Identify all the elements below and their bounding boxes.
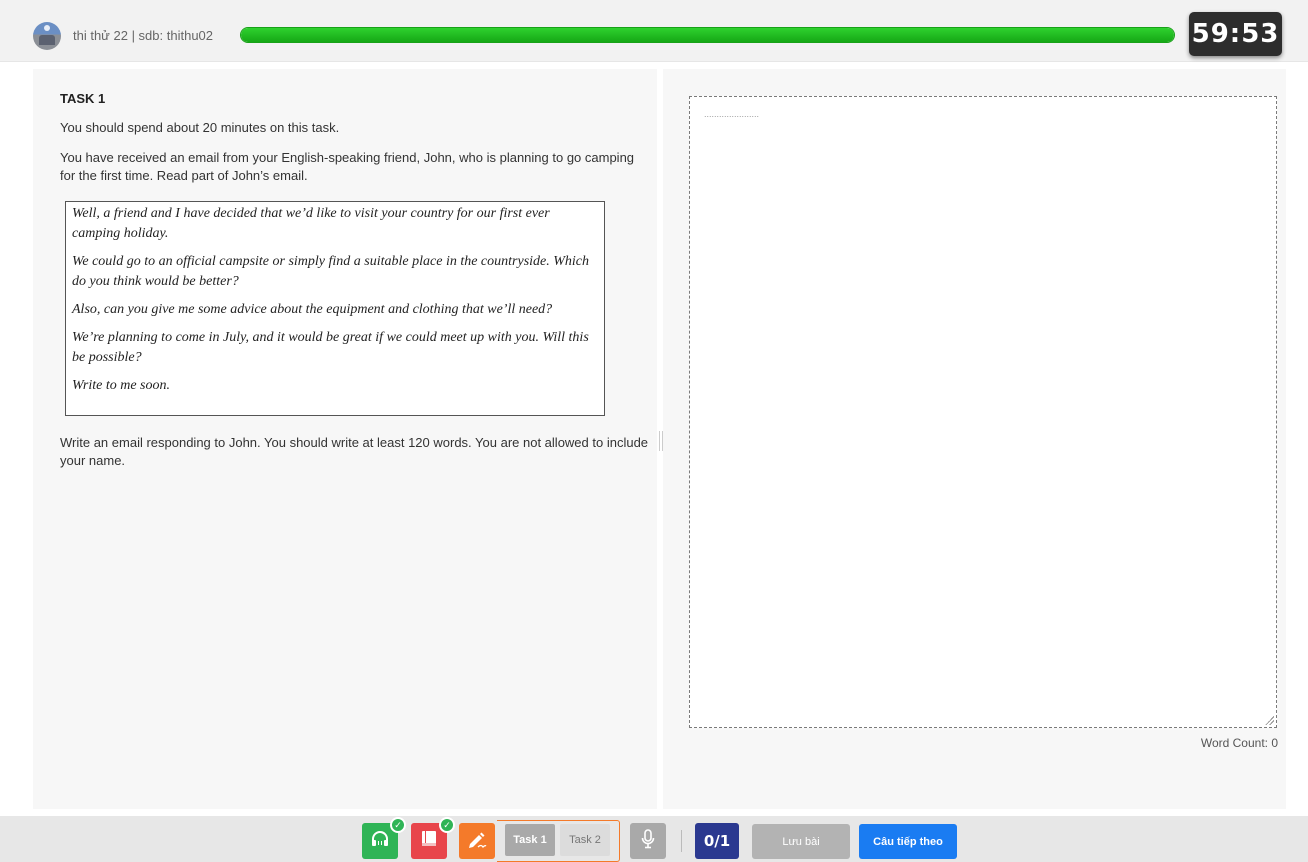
countdown-timer: 59:53	[1189, 12, 1282, 56]
answer-box	[689, 96, 1277, 728]
toolbar-divider	[681, 830, 682, 852]
email-paragraph: Also, can you give me some advice about …	[72, 302, 553, 317]
speaking-section-button[interactable]	[630, 823, 666, 859]
answer-textarea[interactable]	[690, 97, 1276, 727]
email-excerpt: Well, a friend and I have decided that w…	[65, 201, 605, 416]
task-panel: TASK 1 You should spend about 20 minutes…	[33, 69, 657, 809]
reading-section-button[interactable]: ✓	[411, 817, 455, 859]
word-count: Word Count: 0	[1200, 736, 1278, 750]
instruction-context: You have received an email from your Eng…	[60, 150, 635, 183]
completed-check-icon: ✓	[390, 817, 406, 833]
instruction-time: You should spend about 20 minutes on thi…	[60, 120, 340, 135]
tab-task-2[interactable]: Task 2	[560, 824, 610, 856]
completed-check-icon: ✓	[439, 817, 455, 833]
question-counter: 0/1	[695, 823, 739, 859]
microphone-icon	[640, 828, 656, 854]
progress-bar-fill	[241, 28, 1174, 42]
user-info: thi thử 22 | sdb: thithu02	[73, 28, 214, 43]
instruction-write: Write an email responding to John. You s…	[60, 435, 649, 468]
task-selector: Task 1 Task 2	[497, 820, 620, 862]
progress-bar	[240, 27, 1175, 43]
top-bar: thi thử 22 | sdb: thithu02 59:53	[0, 0, 1308, 62]
writing-section-button[interactable]	[459, 823, 495, 859]
next-question-button[interactable]: Câu tiếp theo	[859, 824, 957, 859]
book-icon	[420, 829, 438, 854]
textarea-resize-grip[interactable]	[1264, 715, 1274, 725]
email-paragraph: Well, a friend and I have decided that w…	[72, 206, 550, 241]
answer-panel: Word Count: 0	[663, 69, 1286, 809]
email-paragraph: We’re planning to come in July, and it w…	[72, 330, 589, 365]
pen-writing-icon	[466, 829, 488, 854]
avatar	[33, 22, 61, 50]
headphones-icon	[370, 829, 390, 854]
task-title: TASK 1	[60, 91, 106, 106]
email-paragraph: Write to me soon.	[72, 378, 170, 393]
save-button[interactable]: Lưu bài	[752, 824, 850, 859]
listening-section-button[interactable]: ✓	[362, 817, 406, 859]
tab-task-1[interactable]: Task 1	[505, 824, 555, 856]
bottom-toolbar: ✓ ✓ Task 1 Task 2 0/1 Lưu bài Câu tiếp t…	[0, 816, 1308, 862]
email-paragraph: We could go to an official campsite or s…	[72, 254, 590, 289]
